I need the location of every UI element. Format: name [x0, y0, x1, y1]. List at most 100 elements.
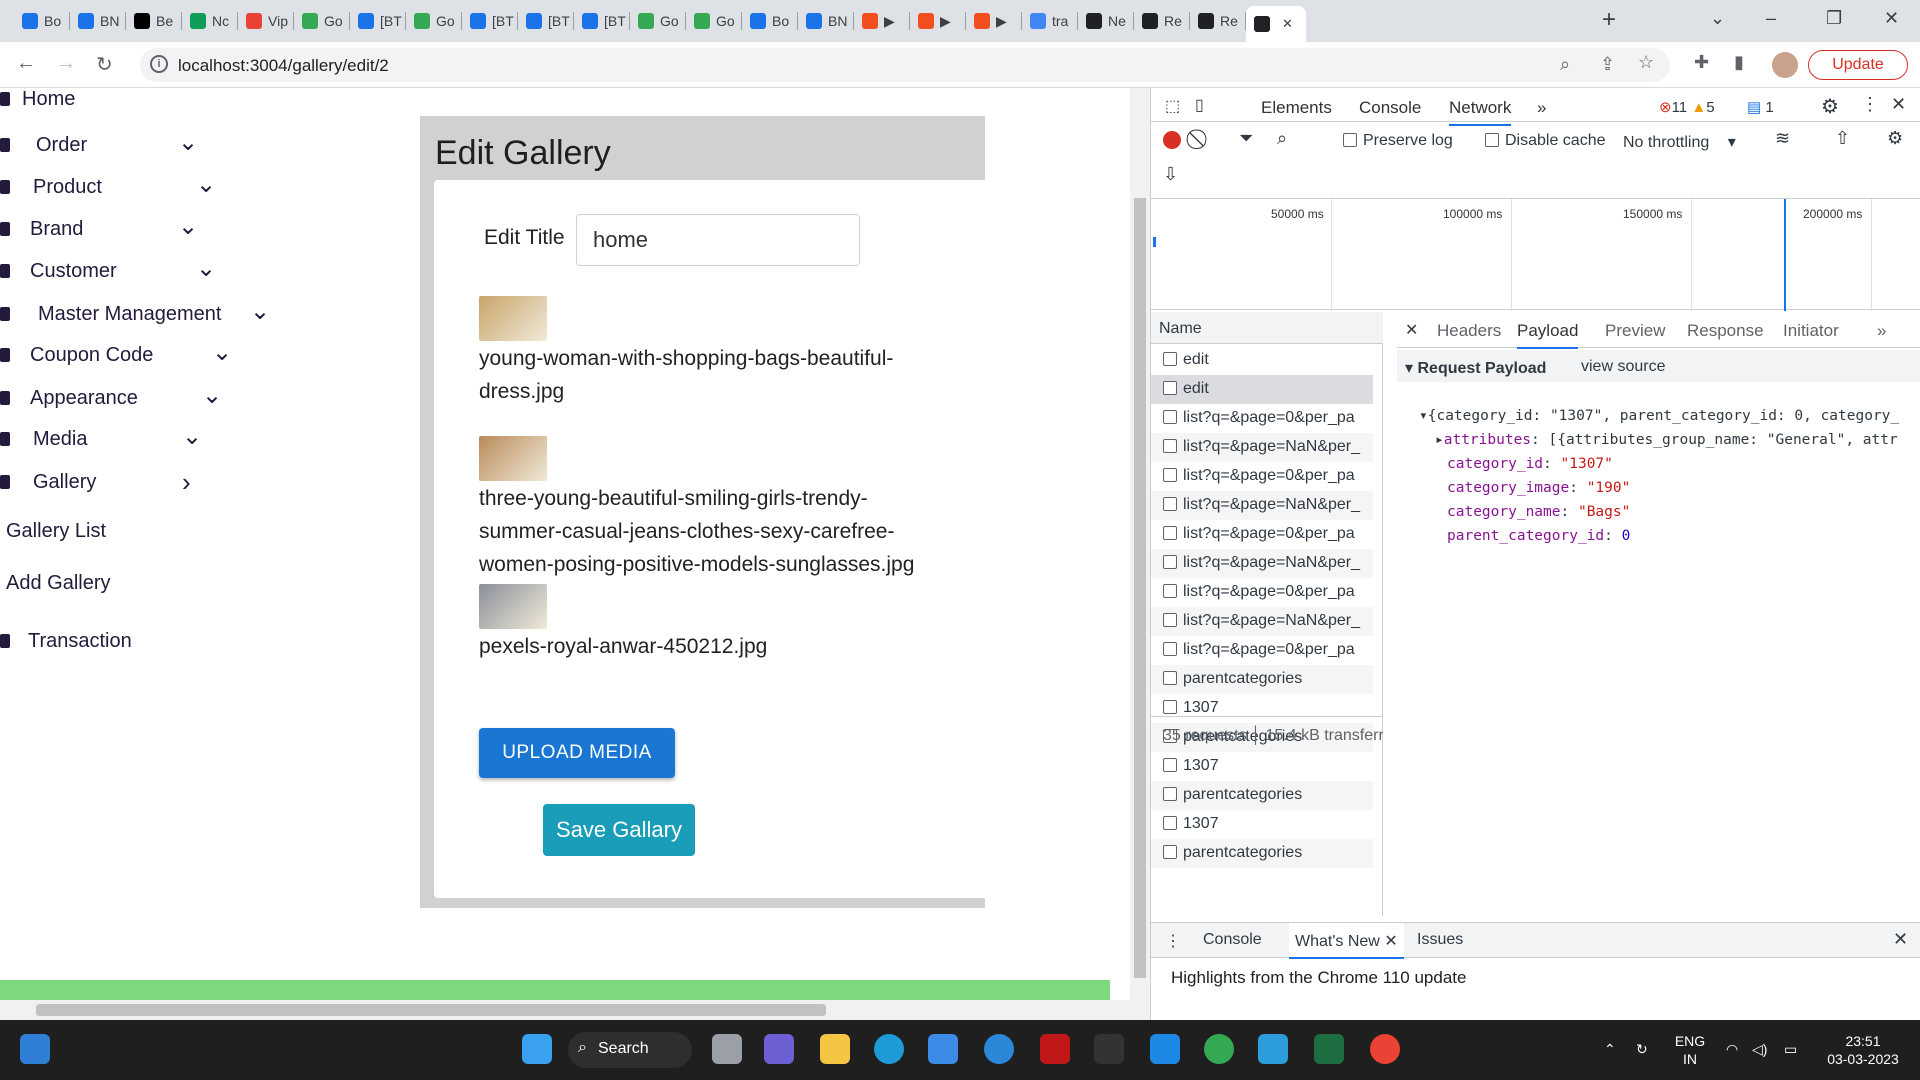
request-checkbox[interactable]: [1163, 671, 1177, 685]
filter-icon[interactable]: ⏷: [1239, 128, 1253, 149]
sidebar-item[interactable]: Product ⌄: [0, 171, 290, 202]
start-windows-icon[interactable]: [522, 1034, 552, 1064]
request-checkbox[interactable]: [1163, 555, 1177, 569]
record-icon[interactable]: [1163, 131, 1181, 149]
request-row[interactable]: list?q=&page=NaN&per_: [1151, 607, 1373, 636]
browser-tab[interactable]: BN: [70, 8, 126, 34]
browser-tab[interactable]: Nc: [182, 8, 238, 34]
upload-media-button[interactable]: UPLOAD MEDIA: [479, 728, 675, 778]
browser-tab[interactable]: [BT: [574, 8, 630, 34]
sync-icon[interactable]: ↻: [1636, 1040, 1648, 1058]
request-row[interactable]: list?q=&page=NaN&per_: [1151, 549, 1373, 578]
chrome-icon[interactable]: [1204, 1034, 1234, 1064]
terminal-icon[interactable]: [1094, 1034, 1124, 1064]
more-tabs-icon[interactable]: »: [1537, 98, 1546, 118]
request-checkbox[interactable]: [1163, 439, 1177, 453]
network-timeline[interactable]: 50000 ms 100000 ms 150000 ms 200000 ms: [1151, 198, 1920, 311]
sidebar-item[interactable]: Brand ⌄: [0, 213, 290, 244]
request-row[interactable]: list?q=&page=0&per_pa: [1151, 578, 1373, 607]
vscode-icon[interactable]: [1150, 1034, 1180, 1064]
language-indicator[interactable]: ENG IN: [1670, 1032, 1710, 1068]
request-checkbox[interactable]: [1163, 381, 1177, 395]
update-button[interactable]: Update: [1808, 50, 1908, 80]
tab-elements[interactable]: Elements: [1261, 98, 1332, 118]
browser-tab[interactable]: Re: [1134, 8, 1190, 34]
more-options-icon[interactable]: ⋮: [1861, 94, 1879, 115]
request-checkbox[interactable]: [1163, 497, 1177, 511]
message-badge[interactable]: ▤ 1: [1747, 98, 1774, 116]
sidebar-item[interactable]: Add Gallery: [0, 568, 290, 598]
request-checkbox[interactable]: [1163, 700, 1177, 714]
request-row[interactable]: edit: [1151, 346, 1373, 375]
browser-tab[interactable]: Vip: [238, 8, 294, 34]
request-checkbox[interactable]: [1163, 410, 1177, 424]
chrome-profile-icon[interactable]: [1370, 1034, 1400, 1064]
drawer-tab-console[interactable]: Console: [1203, 931, 1262, 949]
extensions-icon[interactable]: ✚: [1694, 52, 1709, 73]
file-explorer-icon[interactable]: [820, 1034, 850, 1064]
view-source-link[interactable]: view source: [1581, 358, 1665, 376]
minimize-icon[interactable]: –: [1766, 8, 1776, 29]
browser-tab[interactable]: Go: [630, 8, 686, 34]
request-row[interactable]: parentcategories: [1151, 781, 1373, 810]
vertical-scrollbar[interactable]: [1130, 88, 1150, 1020]
request-checkbox[interactable]: [1163, 845, 1177, 859]
tab-close-icon[interactable]: ✕: [1282, 16, 1293, 32]
disable-cache-checkbox[interactable]: Disable cache: [1485, 132, 1606, 150]
request-row[interactable]: list?q=&page=NaN&per_: [1151, 491, 1373, 520]
browser-tab[interactable]: Re: [1190, 8, 1246, 34]
new-tab-button[interactable]: +: [1602, 6, 1616, 34]
reload-icon[interactable]: ↻: [96, 52, 113, 77]
share-icon[interactable]: ⇪: [1600, 54, 1615, 75]
mcafee-icon[interactable]: [1040, 1034, 1070, 1064]
image-thumbnail[interactable]: [479, 584, 547, 629]
sidebar-item[interactable]: Order ⌄: [0, 129, 290, 160]
sidebar-item[interactable]: Appearance ⌄: [0, 382, 290, 413]
request-row[interactable]: list?q=&page=NaN&per_: [1151, 433, 1373, 462]
horizontal-scrollbar[interactable]: [0, 1000, 1130, 1020]
network-settings-icon[interactable]: ⚙: [1887, 128, 1903, 149]
drawer-tab-whats-new[interactable]: What's New ✕: [1289, 923, 1404, 959]
name-column-header[interactable]: Name: [1151, 312, 1383, 344]
request-payload-header[interactable]: ▾ Request Payload view source: [1397, 350, 1920, 382]
tab-payload[interactable]: Payload: [1517, 321, 1579, 349]
request-row[interactable]: parentcategories: [1151, 839, 1373, 868]
browser-tab[interactable]: [BT: [350, 8, 406, 34]
notepad-icon[interactable]: [1258, 1034, 1288, 1064]
request-checkbox[interactable]: [1163, 613, 1177, 627]
inspect-element-icon[interactable]: ⬚: [1165, 96, 1180, 116]
tab-response[interactable]: Response: [1687, 321, 1764, 341]
browser-tab[interactable]: ✕: [1246, 6, 1306, 42]
scrollbar-thumb[interactable]: [1134, 198, 1146, 978]
browser-tab[interactable]: Bo: [742, 8, 798, 34]
request-row[interactable]: edit: [1151, 375, 1373, 404]
close-tab-icon[interactable]: ✕: [1384, 933, 1397, 950]
browser-tab[interactable]: ▶: [854, 8, 910, 34]
tab-initiator[interactable]: Initiator: [1783, 321, 1839, 341]
browser-tab[interactable]: tra: [1022, 8, 1078, 34]
close-detail-icon[interactable]: ✕: [1405, 320, 1418, 340]
browser-tab[interactable]: ▶: [910, 8, 966, 34]
tab-headers[interactable]: Headers: [1437, 321, 1501, 341]
sidebar-item[interactable]: Gallery ›: [0, 467, 290, 497]
profile-avatar[interactable]: [1772, 52, 1798, 78]
address-bar[interactable]: i localhost:3004/gallery/edit/2 ⌕ ⇪ ☆: [140, 48, 1670, 82]
request-checkbox[interactable]: [1163, 584, 1177, 598]
request-row[interactable]: list?q=&page=0&per_pa: [1151, 462, 1373, 491]
export-icon[interactable]: ⇩: [1163, 164, 1178, 185]
tray-chevron-icon[interactable]: ⌃: [1604, 1040, 1616, 1058]
request-checkbox[interactable]: [1163, 352, 1177, 366]
request-row[interactable]: 1307: [1151, 752, 1373, 781]
request-checkbox[interactable]: [1163, 758, 1177, 772]
clock[interactable]: 23:51 03-03-2023: [1820, 1032, 1906, 1068]
request-row[interactable]: 1307: [1151, 810, 1373, 839]
tab-console[interactable]: Console: [1359, 98, 1421, 118]
request-row[interactable]: list?q=&page=0&per_pa: [1151, 404, 1373, 433]
sidebar-item[interactable]: Home: [0, 88, 290, 114]
browser-tab[interactable]: Be: [126, 8, 182, 34]
site-info-icon[interactable]: i: [150, 55, 168, 73]
maximize-icon[interactable]: ❐: [1826, 8, 1842, 29]
store-icon[interactable]: [928, 1034, 958, 1064]
browser-tab[interactable]: Bo: [14, 8, 70, 34]
sidebar-item[interactable]: Gallery List: [0, 516, 290, 546]
